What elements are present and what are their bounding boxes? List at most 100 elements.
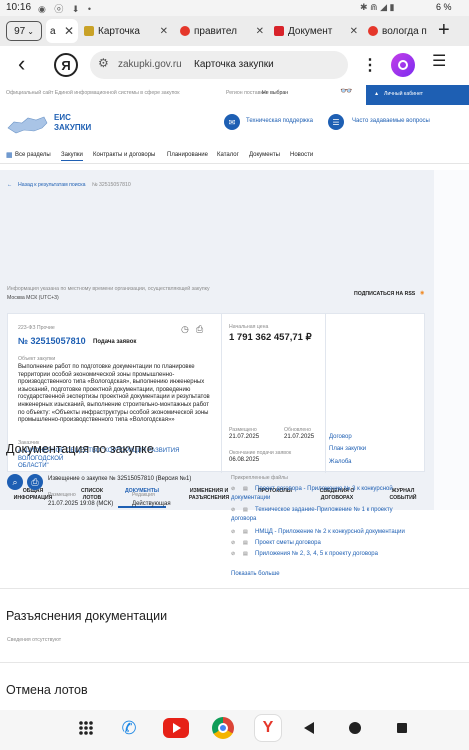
back-arrow-small-icon[interactable]: ← [7, 182, 12, 189]
yandex-icon [180, 26, 190, 36]
show-more-link[interactable]: Показать больше [231, 571, 280, 577]
user-icon: ▲ [374, 91, 380, 97]
nav-contracts[interactable]: Контракты и договоры [93, 152, 155, 160]
attached-files-label: Прикрепленные файлы [231, 475, 288, 481]
nav-documents[interactable]: Документы [249, 152, 280, 160]
file-item[interactable]: ⊘ ▤ Проект договора - Приложение № 3 к к… [231, 486, 461, 507]
object-label: Объект закупки [18, 356, 56, 362]
divider [0, 588, 469, 589]
search-icon[interactable]: ⌕ [7, 474, 23, 490]
eis-logo[interactable] [6, 114, 48, 136]
web-page: Официальный сайт Единой информационной с… [0, 84, 469, 710]
all-sections-icon: ▦ [6, 152, 13, 159]
document-icon: ▤ [243, 551, 248, 557]
hamburger-menu-icon[interactable]: ☰ [432, 54, 446, 70]
alice-assistant-icon[interactable] [391, 53, 415, 77]
contract-link[interactable]: Договор [329, 434, 352, 442]
nav-recents-icon[interactable] [397, 723, 407, 733]
region-select[interactable]: Не выбран [262, 90, 288, 97]
object-line: инженерных изысканий, выполнение строите… [18, 401, 209, 408]
document-site-icon [274, 26, 284, 36]
rss-icon[interactable]: ◉ [420, 290, 425, 297]
chat-icon[interactable]: ☰ [328, 114, 344, 130]
file-item[interactable]: ⊘ ▤ НМЦД - Приложение № 2 к конкурсной д… [231, 529, 461, 540]
nav-all-sections[interactable]: Все разделы [15, 152, 51, 160]
tab-kartochka[interactable]: Карточка ✕ [80, 19, 172, 43]
faq-link[interactable]: Часто задаваемые вопросы [352, 118, 430, 126]
nav-catalog[interactable]: Каталог [217, 152, 239, 160]
file-item[interactable]: ⊘ ▤ Проект сметы договора [231, 540, 461, 551]
close-icon[interactable]: ✕ [160, 26, 168, 37]
tab-pravitel[interactable]: правител ✕ [176, 19, 268, 43]
file-name-line: Приложения № 2, 3, 4, 5 к проекту догово… [255, 551, 378, 557]
nav-purchases[interactable]: Закупки [61, 152, 83, 161]
yandex-logo-icon[interactable]: Я [54, 53, 78, 77]
tab-vologda[interactable]: вологда п [364, 19, 432, 43]
system-icons: ✱ ⋒ ◢ ▮ [360, 2, 395, 12]
main-nav: ▦ Все разделы Закупки Контракты и догово… [0, 148, 469, 164]
tab-label: Карточка [98, 25, 140, 37]
object-line: государственной экспертизы проектной док… [18, 394, 210, 401]
posted-label: Размещено [229, 427, 257, 433]
chrome-icon[interactable] [212, 717, 234, 739]
placed-value: 21.07.2025 19:08 (МСК) [48, 501, 114, 507]
tab-dokument[interactable]: Документ ✕ [270, 19, 362, 43]
file-item[interactable]: ⊘ ▤ Приложения № 2, 3, 4, 5 к проекту до… [231, 551, 461, 562]
url-domain: zakupki.gov.ru [118, 59, 182, 70]
divider [0, 662, 469, 663]
nav-planning[interactable]: Планирование [167, 152, 208, 160]
back-arrow-icon[interactable]: ‹ [18, 52, 25, 76]
file-item[interactable]: ⊘ ▤ Техническое задание-Приложение № 1 к… [231, 507, 461, 529]
timezone-note: Информация указана по местному времени о… [7, 286, 210, 292]
yandex-browser-icon[interactable]: Y [254, 714, 282, 742]
tab-count: 97 [14, 25, 26, 37]
status-bar: 10:16 ◉ ⓞ ⬇ • ✱ ⋒ ◢ ▮ 6 % [0, 0, 469, 16]
site-settings-icon[interactable]: ⚙ [98, 56, 109, 70]
close-icon[interactable]: ✕ [256, 26, 264, 37]
close-icon[interactable]: ✕ [350, 26, 358, 37]
youtube-icon[interactable] [163, 718, 189, 738]
tab-changes[interactable]: ИЗМЕНЕНИЯ И РАЗЪЯСНЕНИЯ [182, 488, 236, 501]
posted-date: 21.07.2025 [229, 434, 260, 440]
nav-back-icon[interactable] [304, 722, 314, 734]
mail-icon[interactable]: ✉ [224, 114, 240, 130]
tab-active[interactable]: а ✕ [46, 19, 78, 43]
edition-label: Редакция [132, 492, 155, 498]
nav-news[interactable]: Новости [290, 152, 313, 160]
tab-line: ИЗМЕНЕНИЯ И [189, 488, 229, 494]
menu-dots-icon[interactable]: ⋮ [362, 55, 378, 75]
complaint-link[interactable]: Жалоба [329, 459, 352, 467]
purchase-header-panel: ← Назад к результатам поиска № 325150578… [0, 170, 434, 510]
url-field[interactable]: ⚙ zakupki.gov.ru Карточка закупки [90, 51, 348, 79]
app-drawer-icon[interactable] [78, 720, 94, 736]
support-link[interactable]: Техническая поддержка [246, 118, 313, 126]
page-right-margin [434, 170, 469, 510]
history-clock-icon[interactable]: ◷ [181, 324, 189, 335]
link-icon: ⊘ [231, 551, 236, 557]
tab-line: СПИСОК [80, 488, 104, 494]
file-name-line: договора [231, 516, 257, 522]
accessibility-glasses-icon[interactable]: 👓 [340, 86, 352, 97]
purchase-plan-link[interactable]: План закупки [329, 446, 366, 454]
docs-heading: Документация по закупке [6, 442, 154, 456]
close-icon[interactable]: ✕ [64, 24, 74, 38]
print-icon[interactable]: ⎙ [196, 324, 203, 335]
tab-switcher-button[interactable]: 97 ⌄ [6, 21, 42, 41]
document-icon: ▤ [243, 507, 248, 513]
rss-subscribe-link[interactable]: ПОДПИСАТЬСЯ НА RSS [354, 291, 415, 298]
print-icon[interactable]: ⎙ [27, 474, 43, 490]
object-line: промышленно-производственного типа «Воло… [18, 417, 175, 424]
cabinet-button[interactable]: ▲ Личный кабинет [366, 85, 469, 105]
nav-home-icon[interactable] [349, 722, 361, 734]
cancel-lots-heading: Отмена лотов [6, 683, 88, 697]
purchase-number[interactable]: № 32515057810 [18, 336, 86, 346]
divider [221, 314, 222, 473]
tab-lots[interactable]: СПИСОК ЛОТОВ [70, 488, 114, 501]
notification-icons: ◉ ⓞ ⬇ • [38, 4, 95, 14]
address-bar-row: ‹ Я ⚙ zakupki.gov.ru Карточка закупки ⋮ … [0, 46, 469, 84]
notice-title[interactable]: Извещение о закупке № 32515057810 (Верси… [48, 476, 191, 484]
phone-icon[interactable]: ✆ [118, 717, 140, 739]
clarifications-empty: Сведения отсутствуют [7, 637, 62, 643]
new-tab-plus-icon[interactable]: + [438, 20, 450, 40]
back-to-results-link[interactable]: Назад к результатам поиска [18, 182, 86, 189]
